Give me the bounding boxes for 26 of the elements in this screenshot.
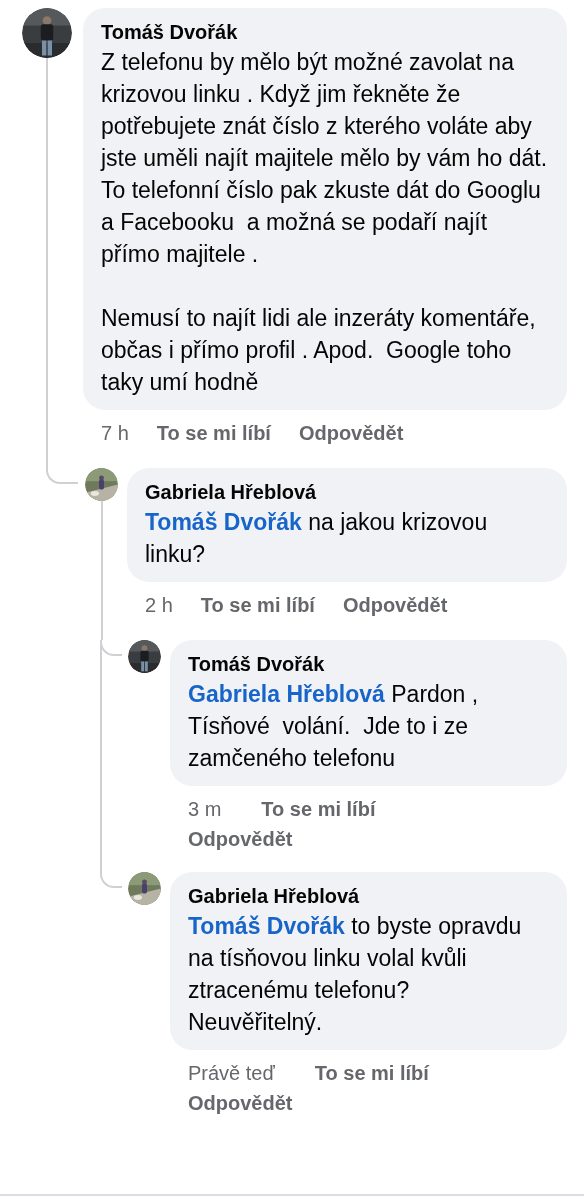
timestamp: Právě teď [188, 1061, 275, 1086]
thread-connector [100, 640, 122, 656]
like-button[interactable]: To se mi líbí [261, 794, 376, 824]
timestamp: 7 h [101, 421, 129, 446]
like-button[interactable]: To se mi líbí [200, 590, 315, 620]
author-name[interactable]: Tomáš Dvořák [101, 18, 238, 46]
reply-button[interactable]: Odpovědět [188, 1088, 293, 1118]
like-button[interactable]: To se mi líbí [314, 1058, 429, 1088]
reply-button[interactable]: Odpovědět [342, 590, 448, 620]
mention-link[interactable]: Tomáš Dvořák [145, 509, 302, 535]
author-name[interactable]: Gabriela Hřeblová [188, 882, 360, 910]
comment-text: Z telefonu by mělo být možné zavolat na krizovou linku . Když jim řekněte že potřebujete znát číslo z kterého voláte aby jste uměli najít majitele mělo by vám ho dát. To telefonní číslo pak zkuste dát do Googlu a Facebooku a možná se podaří najít přímo majitele . Nemusí to najít lidi ale inzeráty komentáře, občas i přímo profil . Apod. Google toho taky umí hodně [101, 48, 549, 397]
reply-button[interactable]: Odpovědět [188, 824, 293, 854]
timestamp: 3 m [188, 797, 222, 822]
comment-text: Tomáš Dvořák to byste opravdu na tísňovou linku volal kvůli ztracenému telefonu? Neuvěřitelný. [188, 912, 523, 1037]
comment-text: Gabriela Hřeblová Pardon , Tísňové volání. Jde to i ze zamčeného telefonu [188, 680, 480, 773]
author-name[interactable]: Gabriela Hřeblová [145, 478, 317, 506]
thread-connector [100, 872, 122, 888]
author-name[interactable]: Tomáš Dvořák [188, 650, 325, 678]
reply-button[interactable]: Odpovědět [298, 418, 404, 448]
thread-connector [46, 468, 78, 484]
like-button[interactable]: To se mi líbí [156, 418, 271, 448]
comment-text: Tomáš Dvořák na jakou krizovou linku? [145, 508, 489, 569]
timestamp: 2 h [145, 593, 173, 618]
mention-link[interactable]: Tomáš Dvořák [188, 913, 345, 939]
mention-link[interactable]: Gabriela Hřeblová [188, 681, 385, 707]
